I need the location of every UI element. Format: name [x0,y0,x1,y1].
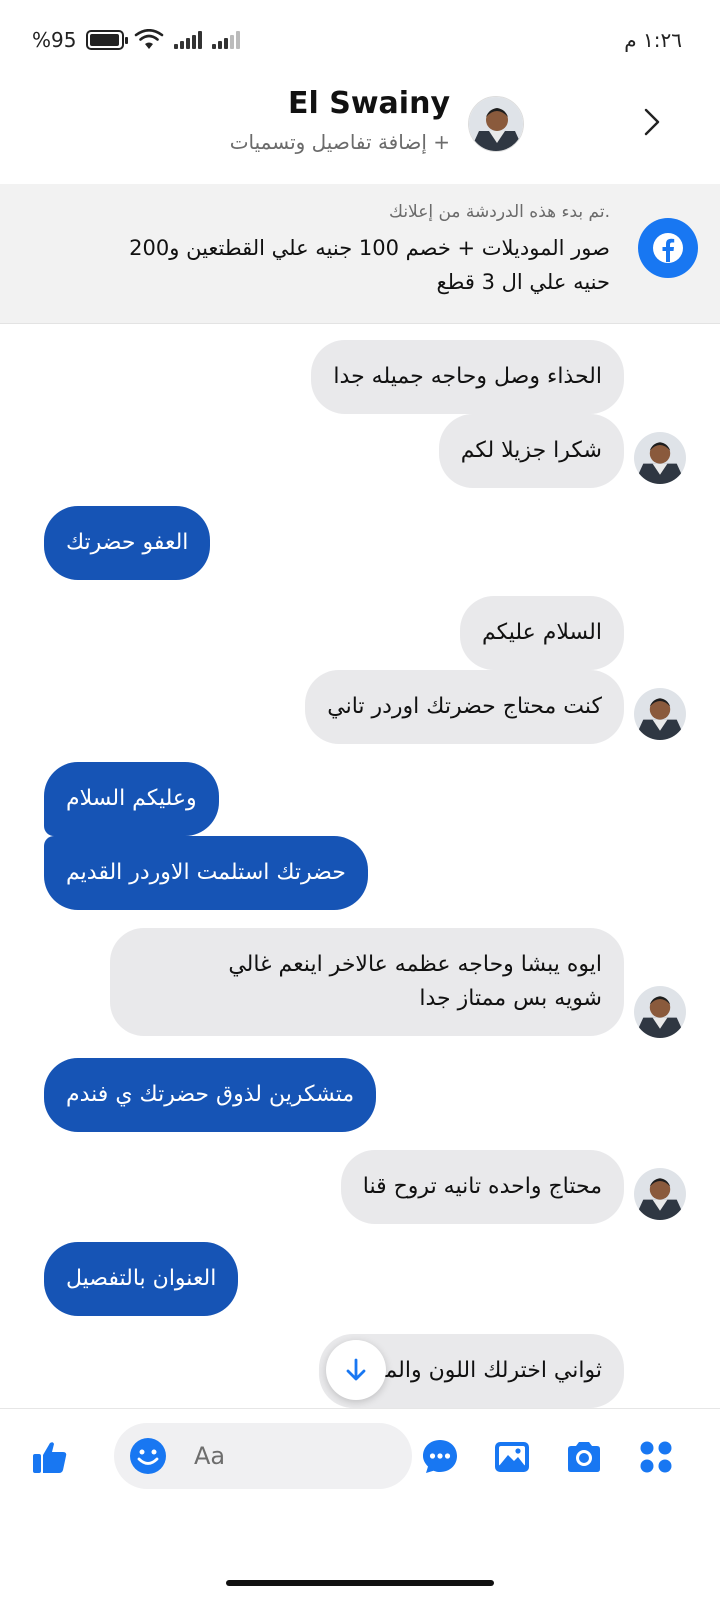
add-details-link[interactable]: + إضافة تفاصيل وتسميات [230,130,450,154]
camera-icon [568,1442,600,1472]
message-outgoing[interactable]: حضرتك استلمت الاوردر القديم [44,836,368,911]
apps-grid-icon [640,1441,672,1473]
chat-button[interactable] [418,1435,462,1479]
signal-icon [174,31,203,49]
back-chevron-icon[interactable] [632,102,672,142]
contact-avatar[interactable] [468,96,524,152]
scroll-to-bottom-button[interactable] [326,1340,386,1400]
gallery-icon [495,1442,529,1472]
chat-header: El Swainy + إضافة تفاصيل وتسميات [0,80,720,184]
message-outgoing[interactable]: وعليكم السلام [44,762,219,837]
message-input[interactable] [194,1437,384,1475]
sender-avatar[interactable] [634,688,686,740]
message-incoming[interactable]: شكرا جزيلا لكم [438,414,624,489]
contact-name[interactable]: El Swainy [288,86,450,121]
message-incoming[interactable]: الحذاء وصل وحاجه جميله جدا [311,340,624,415]
emoji-button[interactable] [128,1436,168,1476]
clock: ١:٢٦ م [624,28,682,52]
message-incoming[interactable]: كنت محتاج حضرتك اوردر تاني [305,670,624,745]
message-outgoing[interactable]: العفو حضرتك [44,506,211,581]
like-button[interactable] [28,1435,72,1479]
ad-text: صور الموديلات + خصم 100 جنيه علي القطتعي… [129,236,610,294]
composer-bar [0,1408,720,1508]
sender-avatar[interactable] [634,432,686,484]
chat-bubble-icon [423,1440,457,1473]
message-line: ايوه يبشا وحاجه عظمه عالاخر اينعم غالي [228,952,602,977]
message-line: شويه بس ممتاز جدا [419,986,602,1012]
camera-button[interactable] [562,1435,606,1479]
facebook-icon [638,218,698,278]
ad-origin-banner[interactable]: .تم بدء هذه الدردشة من إعلانك صور المودي… [0,184,720,324]
message-outgoing[interactable]: متشكرين لذوق حضرتك ي فندم [44,1058,377,1133]
battery-percent: %95 [32,28,77,52]
status-left: %95 [32,28,241,52]
sender-avatar[interactable] [634,1168,686,1220]
home-indicator[interactable] [226,1580,494,1586]
arrow-down-icon [346,1358,366,1381]
emoji-icon [130,1438,166,1474]
sender-avatar[interactable] [634,986,686,1038]
message-incoming[interactable]: ايوه يبشا وحاجه عظمه عالاخر اينعم غالي ش… [110,928,624,1037]
apps-button[interactable] [634,1435,678,1479]
battery-icon [86,30,129,50]
message-incoming[interactable]: السلام عليكم [459,596,624,671]
message-list[interactable]: الحذاء وصل وحاجه جميله جدا شكرا جزيلا لك… [0,324,720,1408]
status-bar: %95 ١:٢٦ م [0,0,720,80]
wifi-icon [135,29,164,49]
gallery-button[interactable] [490,1435,534,1479]
signal-icon-secondary [212,31,241,49]
battery-fill [90,34,119,46]
message-input-pill[interactable] [114,1423,412,1489]
message-outgoing[interactable]: العنوان بالتفصيل [44,1242,239,1317]
like-icon [33,1442,67,1473]
ad-origin-note: .تم بدء هذه الدردشة من إعلانك [389,202,610,222]
message-incoming[interactable]: محتاج واحده تانيه تروح قنا [340,1150,624,1225]
